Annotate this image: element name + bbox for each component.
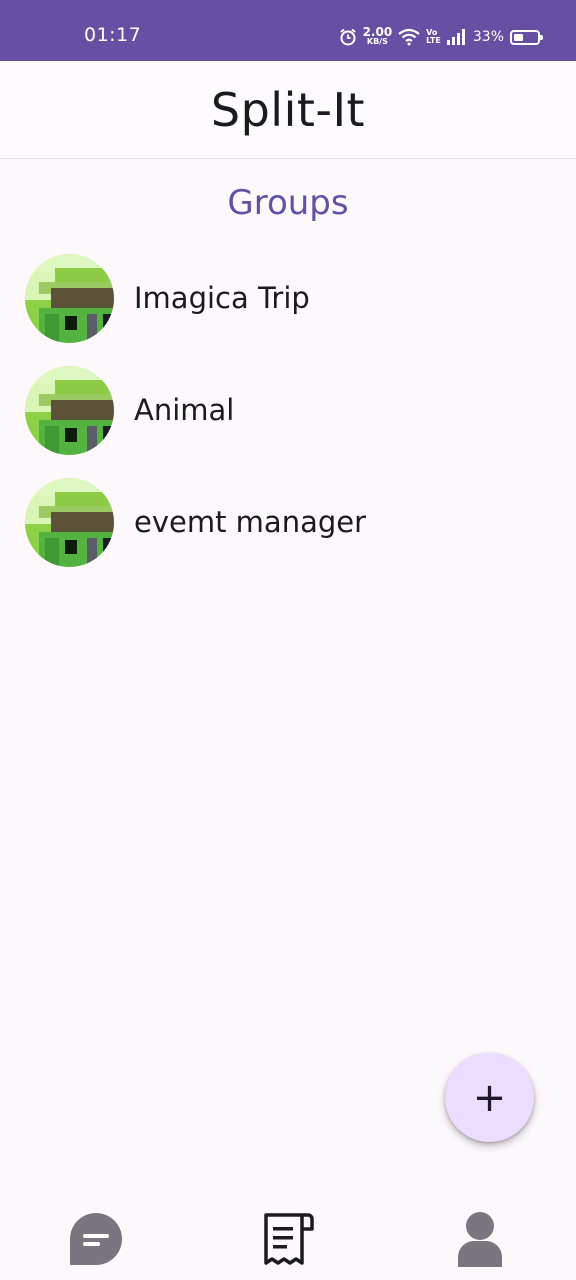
group-name: Imagica Trip: [134, 281, 310, 315]
group-item-imagica-trip[interactable]: Imagica Trip: [0, 250, 576, 346]
signal-icon: [446, 29, 465, 45]
group-avatar: [25, 253, 114, 343]
status-bar: 01:17 2.00 KB/S Vo LTE 33%: [0, 0, 576, 61]
app-title: Split-It: [210, 82, 366, 137]
app-screen: 01:17 2.00 KB/S Vo LTE 33% Split-It Grou…: [0, 0, 576, 1280]
app-bar: Split-It: [0, 61, 576, 159]
status-icons: 2.00 KB/S Vo LTE 33%: [339, 22, 543, 52]
group-name: Animal: [134, 393, 235, 427]
bottom-nav: [0, 1196, 576, 1280]
group-item-animal[interactable]: Animal: [0, 362, 576, 458]
person-icon[interactable]: [456, 1211, 504, 1267]
plus-icon: +: [472, 1074, 507, 1121]
groups-heading: Groups: [227, 183, 349, 223]
battery-percent: 33%: [472, 29, 504, 45]
group-avatar: [25, 365, 114, 455]
receipt-icon[interactable]: [262, 1211, 314, 1267]
volte-indicator: Vo LTE: [426, 29, 441, 45]
status-time: 01:17: [84, 24, 142, 46]
group-item-evemt-manager[interactable]: evemt manager: [0, 474, 576, 570]
network-speed-unit: KB/S: [366, 37, 388, 46]
volte-bottom: LTE: [426, 36, 441, 45]
battery-icon: [510, 29, 543, 45]
alarm-icon: [339, 28, 356, 46]
battery-fill: [514, 33, 523, 41]
add-group-button[interactable]: +: [445, 1053, 534, 1142]
group-name: evemt manager: [134, 505, 367, 539]
wifi-icon: [398, 28, 420, 46]
network-speed: 2.00 KB/S: [363, 26, 393, 46]
chat-icon[interactable]: [68, 1211, 124, 1267]
group-avatar: [25, 477, 114, 567]
